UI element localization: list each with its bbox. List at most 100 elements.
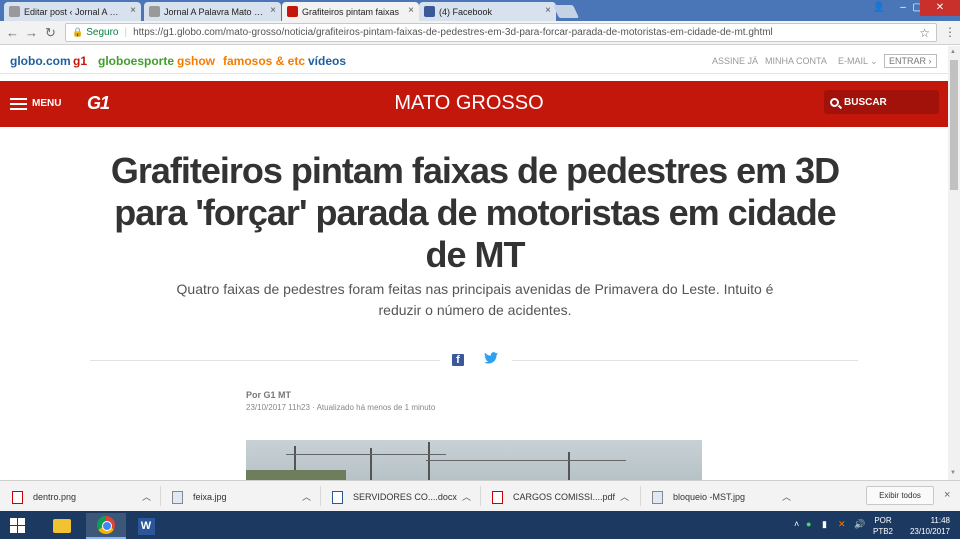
input-language[interactable]: POR PTB2: [873, 515, 893, 537]
scroll-thumb[interactable]: [950, 60, 958, 190]
tab-label: Grafiteiros pintam faixas: [302, 6, 400, 17]
taskbar-word[interactable]: W: [126, 513, 166, 539]
chevron-up-icon[interactable]: ︿: [142, 490, 151, 503]
word-doc-icon: [332, 490, 343, 504]
image-icon: [172, 490, 183, 504]
article-photo: [246, 440, 702, 480]
divider: [160, 486, 161, 506]
tab-facebook[interactable]: (4) Facebook ×: [419, 2, 556, 21]
download-item[interactable]: CARGOS COMISSI....pdf: [492, 487, 615, 507]
tray-chevron-up-icon[interactable]: ˄: [794, 519, 799, 529]
show-all-downloads-button[interactable]: Exibir todos: [866, 486, 934, 505]
section-title: MATO GROSSO: [394, 92, 544, 114]
link-gshow[interactable]: gshow: [177, 54, 215, 68]
download-filename: SERVIDORES CO....docx: [353, 492, 457, 502]
pdf-image-icon: [12, 490, 23, 504]
divider: [480, 486, 481, 506]
divider: [90, 360, 440, 361]
reload-icon[interactable]: ↻: [45, 25, 56, 41]
g1-favicon-icon: [287, 6, 298, 17]
chevron-up-icon[interactable]: ︿: [782, 490, 791, 503]
login-button[interactable]: ENTRAR ›: [884, 54, 937, 68]
link-globoesporte[interactable]: globoesporte: [98, 54, 174, 68]
globo-top-nav: globo.com g1 globoesporte gshow famosos …: [0, 46, 948, 74]
word-icon: W: [137, 517, 155, 535]
url-input[interactable]: 🔒 Seguro | https://g1.globo.com/mato-gro…: [65, 23, 937, 42]
tray-alert-icon[interactable]: ✕: [838, 519, 846, 530]
download-filename: CARGOS COMISSI....pdf: [513, 492, 616, 502]
user-profile-icon[interactable]: 👤: [866, 0, 892, 16]
windows-taskbar: W ˄ ● ▮ ✕ 🔊 POR PTB2 11:48 23/10/2017: [0, 511, 960, 539]
download-item[interactable]: SERVIDORES CO....docx: [332, 487, 457, 507]
taskbar-chrome[interactable]: [86, 513, 126, 539]
photo-detail: [426, 460, 626, 461]
clock-date: 23/10/2017: [909, 527, 950, 536]
link-minha-conta[interactable]: MINHA CONTA: [765, 56, 827, 66]
photo-detail: [246, 470, 346, 480]
page-scrollbar[interactable]: ▲ ▼: [948, 46, 960, 480]
photo-detail: [286, 454, 446, 455]
search-button[interactable]: BUSCAR: [824, 90, 939, 114]
download-item[interactable]: feixa.jpg: [172, 487, 227, 507]
link-assine[interactable]: ASSINE JÁ: [712, 56, 758, 66]
article-title: Grafiteiros pintam faixas de pedestres e…: [110, 150, 840, 275]
scroll-down-icon[interactable]: ▼: [950, 470, 956, 476]
article-subtitle: Quatro faixas de pedestres foram feitas …: [176, 281, 774, 318]
close-icon[interactable]: ×: [130, 5, 136, 16]
lock-icon: 🔒: [72, 27, 84, 37]
windows-start-icon[interactable]: [10, 518, 25, 533]
link-globo-com[interactable]: globo.com: [10, 54, 71, 68]
tab-jornal-a-palavra[interactable]: Jornal A Palavra Mato Gr ×: [144, 2, 281, 21]
chevron-up-icon[interactable]: ︿: [462, 490, 471, 503]
download-filename: dentro.png: [33, 492, 77, 502]
divider: [512, 360, 858, 361]
link-famosos[interactable]: famosos & etc: [223, 54, 305, 68]
browser-menu-icon[interactable]: ⋮: [944, 25, 956, 39]
facebook-share-icon[interactable]: f: [452, 354, 464, 366]
search-icon: [830, 97, 839, 107]
tab-editar-post[interactable]: Editar post ‹ Jornal A Pala ×: [4, 2, 141, 21]
taskbar-file-explorer[interactable]: [42, 513, 82, 539]
close-icon[interactable]: ×: [944, 489, 950, 501]
page-icon: [149, 6, 160, 17]
link-videos[interactable]: vídeos: [308, 54, 346, 68]
new-tab-button[interactable]: [552, 5, 580, 18]
volume-icon[interactable]: 🔊: [854, 519, 865, 530]
browser-tab-strip: Editar post ‹ Jornal A Pala × Jornal A P…: [0, 0, 960, 21]
forward-icon[interactable]: →: [25, 25, 38, 40]
url-text: https://g1.globo.com/mato-grosso/noticia…: [133, 27, 773, 38]
divider: [640, 486, 641, 506]
window-close-icon[interactable]: ✕: [920, 0, 960, 16]
tab-label: Jornal A Palavra Mato Gr: [164, 6, 264, 17]
downloads-bar: dentro.png ︿ feixa.jpg ︿ SERVIDORES CO..…: [0, 480, 960, 511]
download-filename: bloqueio -MST.jpg: [673, 492, 746, 502]
separator: |: [124, 27, 128, 38]
back-icon[interactable]: ←: [6, 25, 19, 40]
clock-time: 11:48: [930, 516, 950, 525]
chevron-up-icon[interactable]: ︿: [302, 490, 311, 503]
close-icon[interactable]: ×: [408, 5, 414, 16]
keyboard-layout: PTB2: [873, 527, 894, 536]
close-icon[interactable]: ×: [270, 5, 276, 16]
link-email[interactable]: E-MAIL ⌄: [838, 56, 878, 67]
system-clock[interactable]: 11:48 23/10/2017: [906, 515, 950, 537]
twitter-share-icon[interactable]: [484, 352, 498, 367]
tab-label: (4) Facebook: [439, 6, 493, 17]
download-item[interactable]: dentro.png: [12, 487, 76, 507]
search-label: BUSCAR: [844, 96, 887, 108]
download-item[interactable]: bloqueio -MST.jpg: [652, 487, 745, 507]
bookmark-star-icon[interactable]: ☆: [919, 26, 930, 40]
tab-label: Editar post ‹ Jornal A Pala: [24, 6, 124, 17]
wordpress-icon: [9, 6, 20, 17]
divider: [320, 486, 321, 506]
tab-grafiteiros[interactable]: Grafiteiros pintam faixas ×: [282, 2, 419, 21]
link-g1[interactable]: g1: [73, 54, 87, 68]
signal-icon[interactable]: ▮: [822, 519, 827, 530]
article-author[interactable]: Por G1 MT: [246, 390, 291, 400]
photo-detail: [428, 442, 430, 480]
photo-detail: [568, 452, 570, 480]
close-icon[interactable]: ×: [545, 5, 551, 16]
scroll-up-icon[interactable]: ▲: [950, 49, 956, 55]
tray-app-icon[interactable]: ●: [806, 519, 811, 529]
chevron-up-icon[interactable]: ︿: [620, 490, 629, 503]
